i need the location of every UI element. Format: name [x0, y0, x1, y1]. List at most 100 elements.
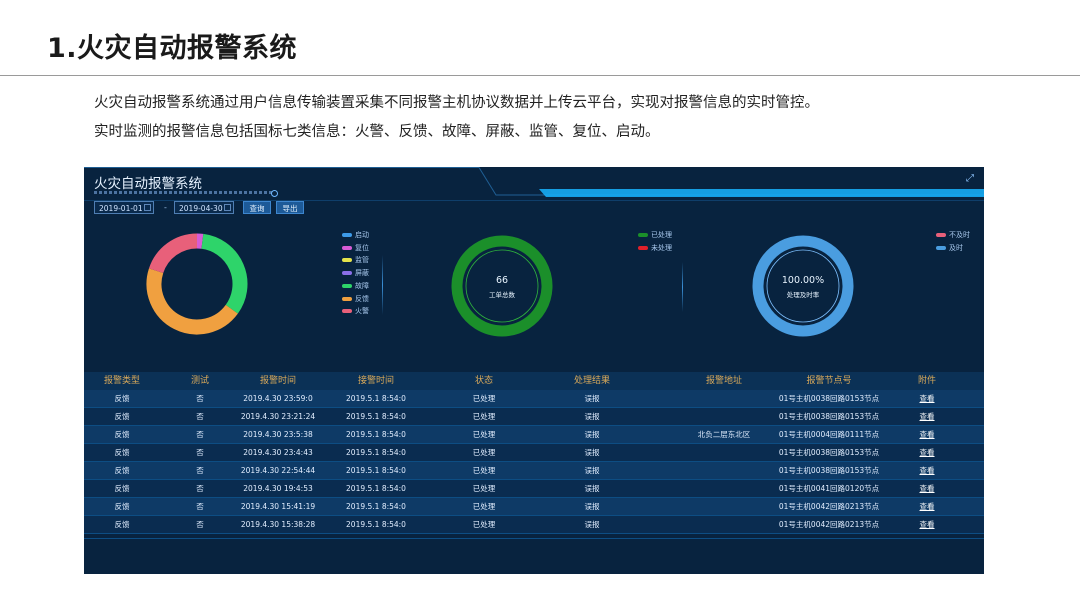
table-cell: 误报 [584, 394, 600, 403]
legend-item[interactable]: 不及时 [936, 230, 970, 240]
legend-item[interactable]: 复位 [342, 243, 369, 253]
legend-item[interactable]: 火警 [342, 306, 369, 316]
legend-item[interactable]: 反馈 [342, 294, 369, 304]
table-cell: 已处理 [472, 502, 496, 511]
expand-icon[interactable]: ⤢ [964, 173, 976, 185]
timeliness-rate: 100.00% [781, 275, 825, 286]
legend-item[interactable]: 启动 [342, 230, 369, 240]
view-attachment-link[interactable]: 查看 [872, 462, 982, 479]
table-cell: 已处理 [472, 520, 496, 529]
view-attachment-link[interactable]: 查看 [872, 480, 982, 497]
legend-label: 已处理 [651, 231, 672, 239]
table-row[interactable]: 反馈否 2019.4.30 15:38:28 2019.5.1 8:54:0 已处理误… [84, 516, 984, 534]
query-button[interactable]: 查询 [243, 201, 271, 214]
column-header[interactable]: 附件 [887, 372, 967, 390]
legend-item[interactable]: 已处理 [638, 230, 672, 240]
date-range-separator: - [164, 203, 167, 212]
column-header[interactable]: 报警类型 [84, 372, 162, 390]
table-cell: 01号主机0042回路0213节点 [778, 502, 880, 511]
legend-item[interactable]: 故障 [342, 281, 369, 291]
timeliness-center: 100.00% 处理及时率 [751, 275, 855, 299]
column-header[interactable]: 报警节点号 [789, 372, 869, 390]
legend-swatch [638, 233, 648, 237]
column-header[interactable]: 报警地址 [684, 372, 764, 390]
table-row[interactable]: 反馈否 2019.4.30 23:21:24 2019.5.1 8:54:0 已处理误… [84, 408, 984, 426]
table-cell: 2019.5.1 8:54:0 [346, 394, 406, 403]
legend-swatch [638, 245, 648, 250]
table-cell: 01号主机0038回路0153节点 [778, 448, 880, 457]
view-attachment-link[interactable]: 查看 [872, 408, 982, 425]
legend-item[interactable]: 未处理 [638, 243, 672, 253]
table-cell: 2019.5.1 8:54:0 [346, 484, 406, 493]
legend-item[interactable]: 监管 [342, 255, 369, 265]
table-row[interactable]: 反馈否 2019.4.30 23:4:43 2019.5.1 8:54:0 已处理 误报… [84, 444, 984, 462]
table-cell [669, 408, 779, 425]
table-bottom-border [84, 538, 984, 539]
header-decoration [84, 167, 984, 201]
legend-label: 屏蔽 [355, 269, 369, 278]
donut-segment-1 [201, 233, 248, 314]
dashboard-panel: 火灾自动报警系统 ⤢ 2019-01-01 - 2019-04-30 查询 导出… [84, 167, 984, 574]
table-cell: 01号主机0038回路0153节点 [778, 412, 880, 421]
table-cell: 误报 [584, 502, 600, 511]
title-underline-dot [271, 190, 278, 197]
legend-label: 不及时 [949, 231, 970, 239]
table-cell: 误报 [584, 430, 600, 439]
column-header[interactable]: 测试 [160, 372, 240, 390]
table-row[interactable]: 反馈否 2019.4.30 15:41:19 2019.5.1 8:54:0 已处理误… [84, 498, 984, 516]
calendar-icon [224, 204, 231, 211]
legend-label: 监管 [355, 256, 369, 265]
table-cell: 北负二层东北区 [697, 430, 751, 439]
table-cell: 2019.4.30 23:5:38 [243, 430, 313, 439]
view-attachment-link[interactable]: 查看 [872, 498, 982, 515]
column-header[interactable]: 处理结果 [552, 372, 632, 390]
donut-segment-3 [148, 233, 198, 274]
legend-label: 火警 [355, 307, 369, 316]
table-cell: 2019.5.1 8:54:0 [346, 520, 406, 529]
work-order-label: 工单总数 [489, 291, 515, 299]
view-attachment-link[interactable]: 查看 [872, 390, 982, 407]
table-cell: 01号主机0041回路0120节点 [778, 484, 880, 493]
table-cell: 01号主机0004回路0111节点 [778, 430, 880, 439]
table-cell: 误报 [584, 466, 600, 475]
legend-label: 未处理 [651, 243, 672, 252]
legend-swatch [342, 233, 352, 237]
legend-label: 复位 [355, 243, 369, 252]
legend-label: 及时 [949, 243, 963, 252]
alarm-table-header: 报警类型 测试 报警时间 接警时间 状态 处理结果 报警地址 报警节点号 附件 [84, 372, 984, 390]
table-row[interactable]: 反馈否 2019.4.30 23:5:38 2019.5.1 8:54:0 已处理 误报… [84, 426, 984, 444]
end-date-value: 2019-04-30 [179, 204, 223, 213]
work-order-total: 66 [495, 275, 509, 286]
view-attachment-link[interactable]: 查看 [872, 444, 982, 461]
table-cell: 2019.4.30 23:21:24 [240, 412, 316, 421]
table-cell [669, 444, 779, 461]
description-line-2: 实时监测的报警信息包括国标七类信息：火警、反馈、故障、屏蔽、监管、复位、启动。 [94, 124, 660, 140]
table-cell: 已处理 [472, 448, 496, 457]
start-date-input[interactable]: 2019-01-01 [94, 201, 154, 214]
table-cell: 已处理 [472, 484, 496, 493]
legend-item[interactable]: 屏蔽 [342, 268, 369, 278]
table-cell: 2019.4.30 19:4:53 [243, 484, 313, 493]
legend-label: 反馈 [355, 294, 369, 303]
chart-divider [682, 262, 683, 312]
table-cell [669, 390, 779, 407]
column-header[interactable]: 接警时间 [336, 372, 416, 390]
table-row[interactable]: 反馈否 2019.4.30 22:54:44 2019.5.1 8:54:0 已处理误… [84, 462, 984, 480]
view-attachment-link[interactable]: 查看 [872, 426, 982, 443]
table-row[interactable]: 反馈否 2019.4.30 19:4:53 2019.5.1 8:54:0 已处理 误报… [84, 480, 984, 498]
table-cell: 2019.4.30 22:54:44 [240, 466, 316, 475]
table-cell [669, 480, 779, 497]
table-cell: 2019.5.1 8:54:0 [346, 412, 406, 421]
end-date-input[interactable]: 2019-04-30 [174, 201, 234, 214]
work-order-center: 66 工单总数 [450, 275, 554, 299]
title-underline [94, 191, 274, 194]
column-header[interactable]: 报警时间 [238, 372, 318, 390]
export-button[interactable]: 导出 [276, 201, 304, 214]
column-header[interactable]: 状态 [444, 372, 524, 390]
view-attachment-link[interactable]: 查看 [872, 516, 982, 533]
table-cell: 2019.4.30 23:4:43 [243, 448, 313, 457]
legend-label: 启动 [355, 231, 369, 239]
legend-item[interactable]: 及时 [936, 243, 963, 253]
table-row[interactable]: 反馈否 2019.4.30 23:59:0 2019.5.1 8:54:0 已处理 误报… [84, 390, 984, 408]
table-cell: 01号主机0042回路0213节点 [778, 520, 880, 529]
